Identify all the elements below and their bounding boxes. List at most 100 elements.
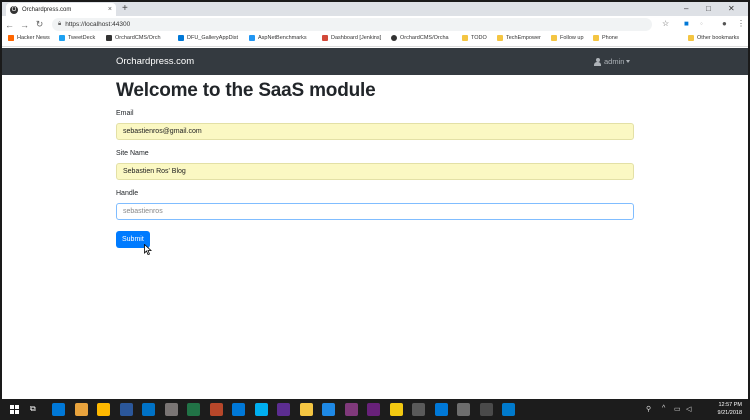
taskbar-app-icon[interactable] (187, 403, 200, 416)
taskbar-app-icon[interactable] (322, 403, 335, 416)
taskbar-app-icon[interactable] (142, 403, 155, 416)
browser-tab[interactable]: O Orchardpress.com × (6, 3, 116, 16)
bookmark-label: OrchardCMS/Orcha (400, 35, 449, 41)
windows-extension-icon[interactable]: ■ (684, 19, 689, 29)
site-name-field[interactable]: Sebastien Ros' Blog (116, 163, 634, 180)
jenkins-icon (322, 35, 328, 41)
lock-icon: 🔒︎ (58, 21, 62, 27)
bookmark-phone[interactable]: Phone (593, 35, 618, 41)
user-menu[interactable]: admin (594, 57, 631, 66)
bookmark-label: OrchardCMS/Orch (115, 35, 161, 41)
taskbar-app-icon[interactable] (97, 403, 110, 416)
taskbar-app-icon[interactable] (412, 403, 425, 416)
bookmark-jenkins[interactable]: Dashboard [Jenkins] (322, 35, 381, 41)
taskbar-app-icon[interactable] (479, 403, 493, 416)
bookmark-techempower[interactable]: TechEmpower (497, 35, 541, 41)
bookmark-orchardcms[interactable]: OrchardCMS/Orch (106, 35, 161, 41)
folder-icon (688, 35, 694, 41)
bookmark-label: TechEmpower (506, 35, 541, 41)
user-icon (594, 57, 601, 66)
profile-icon[interactable]: ● (722, 19, 727, 29)
taskbar-app-icon[interactable] (389, 403, 403, 416)
star-icon[interactable]: ☆ (662, 19, 669, 29)
people-icon[interactable]: ⚲ (646, 405, 651, 413)
bookmark-label: Dashboard [Jenkins] (331, 35, 382, 41)
minimize-button[interactable]: – (684, 3, 688, 15)
email-value: sebastienros@gmail.com (123, 128, 202, 135)
chevron-up-icon[interactable]: ^ (662, 405, 665, 412)
taskbar-app-icon[interactable] (74, 403, 88, 416)
bookmark-label: TODO (471, 35, 487, 41)
extension-icon[interactable]: ◦ (700, 19, 703, 29)
folder-icon (551, 35, 557, 41)
taskbar-app-icon[interactable] (52, 403, 65, 416)
clock-time: 12:57 PM (718, 402, 742, 408)
bookmark-todo[interactable]: TODO (462, 35, 487, 41)
bookmark-label: AspNetBenchmarks (258, 35, 307, 41)
taskbar-app-icon[interactable] (232, 403, 245, 416)
site-brand[interactable]: Orchardpress.com (116, 56, 194, 67)
reload-icon[interactable]: ↻ (32, 19, 47, 30)
bookmark-aspnetbenchmarks[interactable]: AspNetBenchmarks (249, 35, 307, 41)
taskbar-app-icon[interactable] (209, 403, 223, 416)
close-window-button[interactable]: ✕ (728, 3, 735, 15)
taskbar-app-icon[interactable] (119, 403, 133, 416)
taskbar-app-icon[interactable] (434, 403, 448, 416)
clock-date: 9/21/2018 (717, 410, 742, 416)
taskbar-app-icon[interactable] (502, 403, 515, 416)
taskbar-app-icon[interactable] (457, 403, 470, 416)
bookmark-tweetdeck[interactable]: TweetDeck (59, 35, 95, 41)
bookmark-label: DFU_GalleryAppDist (187, 35, 239, 41)
new-tab-button[interactable]: + (122, 3, 128, 15)
bookmark-label: TweetDeck (68, 35, 96, 41)
bookmark-hacker-news[interactable]: Hacker News (8, 35, 50, 41)
taskbar-app-icon[interactable] (164, 403, 178, 416)
bookmark-label: Phone (602, 35, 618, 41)
maximize-button[interactable]: □ (706, 3, 711, 15)
clock[interactable]: 12:57 PM 9/21/2018 (718, 401, 742, 417)
forward-arrow-icon[interactable]: → (17, 20, 32, 30)
windows-taskbar: ⧉ ⚲ ^ ▭ ◁ 12:57 PM 9/21/2018 (0, 399, 750, 420)
site-name-value: Sebastien Ros' Blog (123, 168, 186, 175)
github-icon (391, 35, 397, 41)
tab-strip: O Orchardpress.com × + – □ ✕ (2, 2, 748, 16)
taskbar-app-icon[interactable] (344, 403, 358, 416)
email-field[interactable]: sebastienros@gmail.com (116, 123, 634, 140)
mouse-cursor-icon (144, 244, 152, 255)
bookmarks-bar: Hacker News TweetDeck OrchardCMS/Orch DF… (2, 33, 748, 47)
folder-icon (593, 35, 599, 41)
taskbar-app-icon[interactable] (254, 403, 268, 416)
page-icon (178, 35, 184, 41)
handle-field[interactable]: sebastienros (116, 203, 634, 220)
github-icon (106, 35, 112, 41)
page-title: Welcome to the SaaS module (116, 80, 376, 101)
task-view-icon[interactable]: ⧉ (30, 404, 36, 414)
tab-close-icon[interactable]: × (108, 6, 112, 13)
site-name-label: Site Name (116, 150, 149, 157)
caret-down-icon (626, 60, 631, 63)
orchard-favicon-icon: O (10, 5, 18, 14)
tweetdeck-icon (59, 35, 65, 41)
network-icon[interactable]: ▭ (674, 405, 681, 413)
user-name: admin (604, 57, 625, 66)
taskbar-app-icon[interactable] (277, 403, 290, 416)
folder-icon (497, 35, 503, 41)
menu-icon[interactable]: ⋮ (737, 19, 745, 29)
bookmark-orchardcms-2[interactable]: OrchardCMS/Orcha (391, 35, 449, 41)
email-label: Email (116, 110, 134, 117)
taskbar-app-icon[interactable] (367, 403, 380, 416)
bookmark-label: Other bookmarks (697, 35, 740, 41)
tab-title: Orchardpress.com (22, 6, 72, 13)
bookmark-follow-up[interactable]: Follow up (551, 35, 584, 41)
bookmark-label: Hacker News (17, 35, 50, 41)
taskbar-app-icon[interactable] (299, 403, 313, 416)
back-arrow-icon[interactable]: ← (2, 20, 17, 30)
hacker-news-icon (8, 35, 14, 41)
address-bar[interactable]: 🔒︎ https://localhost:44300 (52, 18, 652, 31)
site-navbar: Orchardpress.com admin (2, 48, 748, 75)
windows-start-icon[interactable] (10, 405, 19, 414)
bookmark-other[interactable]: Other bookmarks (688, 35, 739, 41)
volume-icon[interactable]: ◁ (686, 405, 691, 413)
folder-icon (462, 35, 468, 41)
bookmark-dfu-gallery[interactable]: DFU_GalleryAppDist (178, 35, 238, 41)
